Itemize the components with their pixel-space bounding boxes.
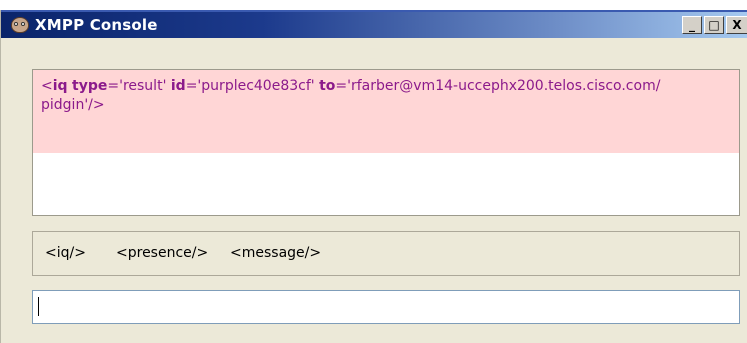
console-log[interactable]: <iq type='result' id='purplec40e83cf' to…: [32, 69, 740, 216]
pidgin-icon: [11, 17, 29, 33]
stanza-toolbar: <iq/> <presence/> <message/>: [32, 231, 740, 276]
title-bar[interactable]: XMPP Console _ □ X: [1, 10, 747, 38]
attr-to-name: to: [319, 78, 336, 94]
attr-id-value: purplec40e83cf: [201, 78, 311, 94]
minimize-button[interactable]: _: [682, 16, 702, 34]
attr-to-value-continued: pidgin: [41, 97, 85, 113]
window-title: XMPP Console: [35, 16, 158, 34]
iq-button[interactable]: <iq/>: [45, 245, 86, 261]
log-entry-iq: <iq type='result' id='purplec40e83cf' to…: [33, 70, 739, 153]
close-button[interactable]: X: [726, 16, 747, 34]
attr-type-name: type: [72, 78, 108, 94]
message-button[interactable]: <message/>: [230, 245, 321, 261]
attr-type-value: result: [122, 78, 163, 94]
attr-to-value: rfarber@vm14-uccephx200.telos.cisco.com/: [351, 78, 661, 94]
attr-id-name: id: [170, 78, 186, 94]
presence-button[interactable]: <presence/>: [116, 245, 208, 261]
stanza-tag: iq: [52, 78, 68, 94]
xml-input-field[interactable]: [32, 290, 740, 324]
maximize-button[interactable]: □: [704, 16, 724, 34]
text-caret: [38, 297, 39, 316]
